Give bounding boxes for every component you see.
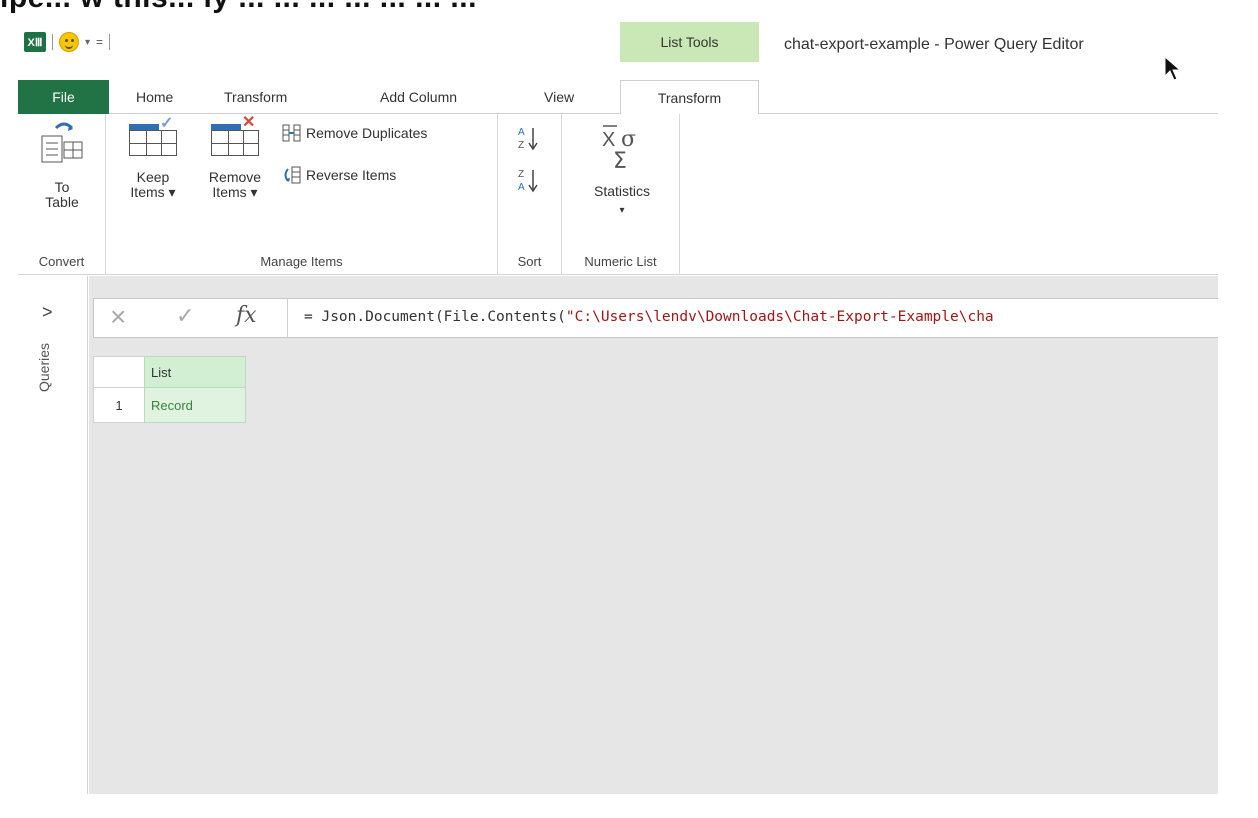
svg-text:Z: Z — [518, 140, 524, 151]
window-title: chat-export-example - Power Query Editor — [784, 36, 1084, 53]
formula-prefix: = Json.Document(File.Contents( — [304, 309, 566, 325]
group-label-manage-items: Manage Items — [260, 254, 343, 269]
tab-file[interactable]: File — [18, 80, 109, 114]
remove-duplicates-icon — [282, 124, 301, 142]
formula-bar: × ✓ fx = Json.Document(File.Contents("C:… — [93, 298, 1218, 338]
remove-items-icon: ✕ — [211, 115, 259, 156]
cancel-formula-icon[interactable]: × — [110, 301, 126, 333]
keep-items-button[interactable]: ✓ Keep Items ▾ — [120, 116, 186, 200]
qat-separator-2 — [109, 34, 111, 50]
mouse-cursor-icon — [1164, 56, 1182, 81]
group-sort: A Z Z A Sort — [498, 114, 562, 275]
confirm-formula-icon[interactable]: ✓ — [176, 303, 194, 329]
svg-text:Z: Z — [518, 169, 524, 180]
sort-descending-button[interactable]: Z A — [516, 166, 542, 194]
keep-items-icon: ✓ — [129, 116, 177, 156]
group-convert: To Table Convert — [18, 114, 106, 275]
row-number[interactable]: 1 — [93, 387, 145, 423]
tab-home[interactable]: Home — [124, 80, 185, 114]
group-manage-items: ✓ Keep Items ▾ ✕ Remove Items ▾ Remove D… — [106, 114, 498, 275]
qat-separator — [52, 34, 53, 50]
queries-pane: > Queries — [18, 276, 88, 794]
chevron-down-icon[interactable]: ▾ — [85, 37, 90, 48]
chevron-down-icon: ▾ — [619, 205, 625, 216]
quick-access-toolbar: XⅢ ▾ = — [24, 32, 111, 52]
statistics-label: Statistics — [593, 183, 650, 199]
feedback-smiley-icon[interactable] — [59, 32, 79, 52]
to-table-button[interactable]: To Table — [22, 120, 102, 210]
customize-qat-icon[interactable]: = — [96, 35, 103, 49]
tab-transform[interactable]: Transform — [212, 80, 299, 114]
formula-path-string: "C:\Users\lendv\Downloads\Chat-Export-Ex… — [565, 309, 994, 325]
svg-text:X: X — [602, 129, 615, 151]
to-table-icon — [41, 122, 83, 163]
keep-items-label: Keep Items ▾ — [130, 169, 176, 200]
bottom-margin — [0, 794, 1258, 818]
svg-text:Σ: Σ — [613, 149, 627, 172]
reverse-items-icon — [284, 166, 301, 184]
remove-items-button[interactable]: ✕ Remove Items ▾ — [202, 115, 268, 200]
reverse-items-button[interactable]: Reverse Items — [282, 166, 396, 184]
title-bar: XⅢ ▾ = List Tools chat-export-example - … — [18, 22, 1218, 81]
tab-list-transform[interactable]: Transform — [620, 80, 759, 115]
sort-ascending-button[interactable]: A Z — [516, 124, 542, 152]
group-label-convert: Convert — [38, 254, 85, 269]
svg-text:A: A — [518, 182, 525, 193]
remove-duplicates-button[interactable]: Remove Duplicates — [282, 124, 427, 142]
to-table-label: To Table — [45, 179, 79, 210]
list-tools-contextual-header: List Tools — [620, 22, 759, 62]
statistics-button[interactable]: X σ Σ Statistics ▾ — [572, 120, 672, 218]
power-query-editor-window: XⅢ ▾ = List Tools chat-export-example - … — [18, 22, 1218, 794]
remove-items-label: Remove Items ▾ — [208, 169, 262, 200]
queries-pane-label[interactable]: Queries — [36, 343, 52, 392]
sort-descending-icon: Z A — [518, 169, 538, 193]
sort-ascending-icon: A Z — [518, 127, 538, 151]
excel-app-icon[interactable]: XⅢ — [24, 32, 46, 52]
formula-input[interactable]: = Json.Document(File.Contents("C:\Users\… — [304, 309, 994, 325]
expand-queries-icon[interactable]: > — [42, 302, 53, 323]
formula-bar-controls: × ✓ fx — [94, 299, 288, 337]
group-numeric-list: X σ Σ Statistics ▾ Numeric List — [562, 114, 680, 275]
ribbon: To Table Convert ✓ Keep Items ▾ ✕ Remove I… — [18, 114, 1218, 275]
insert-function-icon[interactable]: fx — [236, 303, 257, 328]
ribbon-tabs: File Home Transform Add Column View Tran… — [18, 80, 1218, 115]
grid-corner[interactable] — [93, 356, 145, 388]
remove-duplicates-label: Remove Duplicates — [306, 125, 428, 141]
svg-text:A: A — [518, 127, 525, 138]
cropped-caption: ipe... w this... ly ... ... ... ... ... … — [0, 0, 1258, 20]
record-link-cell[interactable]: Record — [144, 387, 246, 423]
reverse-items-label: Reverse Items — [306, 167, 397, 183]
tab-view[interactable]: View — [532, 80, 586, 114]
tab-add-column[interactable]: Add Column — [368, 80, 469, 114]
data-preview-area: × ✓ fx = Json.Document(File.Contents("C:… — [89, 276, 1218, 794]
column-header-list[interactable]: List — [144, 356, 246, 388]
group-label-sort: Sort — [517, 254, 542, 269]
group-label-numeric-list: Numeric List — [584, 254, 657, 269]
statistics-icon: X σ Σ — [602, 125, 636, 172]
